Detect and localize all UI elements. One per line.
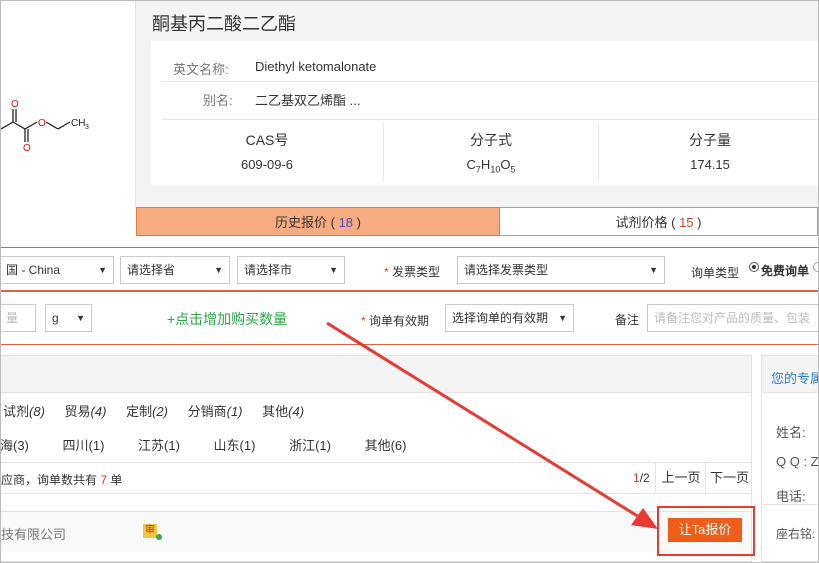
annotation-arrow-icon (326, 321, 658, 529)
page-frame: O O O CH 3 酮基丙二酸二乙酯 英文名称: Diethyl ketoma… (0, 0, 819, 563)
